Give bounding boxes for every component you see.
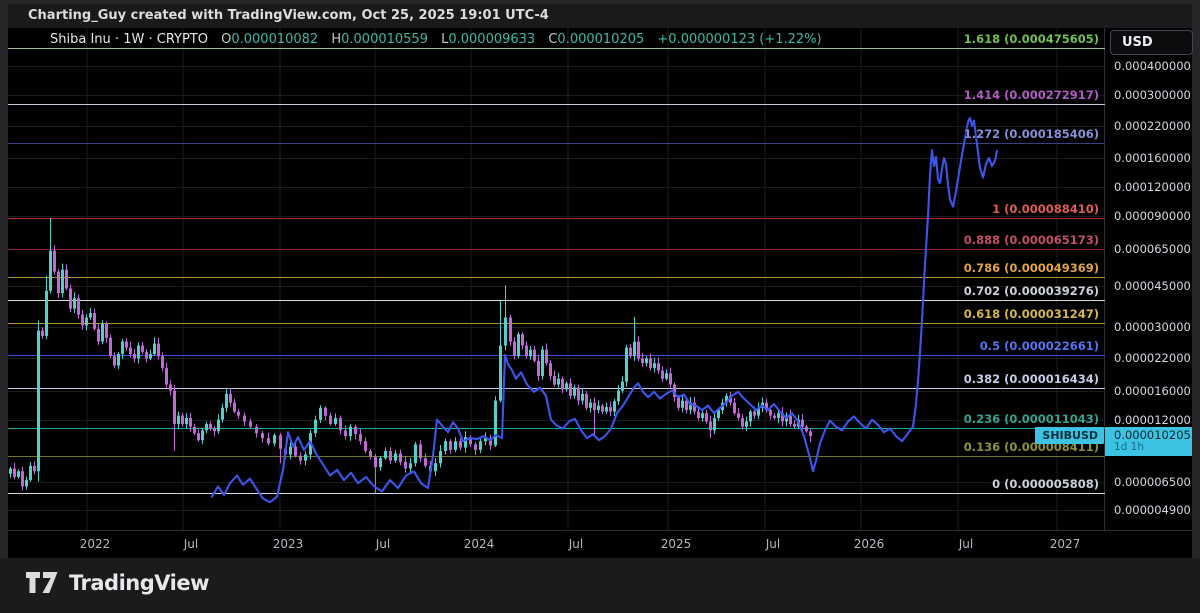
price-tick-label: 0.000012000 [1114,414,1191,427]
time-tick-label: 2023 [273,537,304,551]
time-tick-label: 2026 [854,537,885,551]
price-tick-label: 0.000220000 [1114,120,1191,133]
fib-level-label: 0.382 (0.000016434) [964,372,1099,386]
tradingview-logo[interactable]: TradingView [26,570,209,595]
fib-level-label: 0.5 (0.000022661) [980,339,1099,353]
fib-level-label: 1 (0.000088410) [992,202,1099,216]
chart-plot-area[interactable]: Shiba Inu · 1W · CRYPTO O0.000010082 H0.… [8,28,1105,530]
attribution-text: Charting_Guy created with TradingView.co… [28,8,549,23]
interval-label[interactable]: 1W [123,32,144,47]
currency-toggle-button[interactable]: USD [1110,30,1193,55]
price-tick-label: 0.000120000 [1114,181,1191,194]
time-tick-label: 2022 [80,537,111,551]
symbol-title[interactable]: Shiba Inu [50,32,111,47]
price-tick-label: 0.000006500 [1114,476,1191,489]
tradingview-logo-icon [26,570,59,595]
fib-level-label: 1.618 (0.000475605) [964,32,1099,46]
time-tick-label: Jul [569,537,583,551]
price-tick-label: 0.000004900 [1114,504,1191,517]
price-axis[interactable]: USD 0.000400000 0.000300000 0.000220000 0.0… [1105,28,1192,530]
symbol-price-tag: SHIBUSD [1035,427,1104,444]
fib-level-label: 1.414 (0.000272917) [964,88,1099,102]
price-tick-label: 0.000030000 [1114,321,1191,334]
last-price-tag: 0.000010205 1d 1h [1105,427,1192,456]
price-tick-label: 0.000300000 [1114,89,1191,102]
time-tick-label: Jul [959,537,973,551]
time-tick-label: 2027 [1050,537,1081,551]
time-tick-label: 2025 [661,537,692,551]
chart-main: Shiba Inu · 1W · CRYPTO O0.000010082 H0.… [8,28,1192,530]
symbol-legend[interactable]: Shiba Inu · 1W · CRYPTO O0.000010082 H0.… [50,32,822,50]
fib-level-label: 0.236 (0.000011043) [964,412,1099,426]
ohlc-open: O0.000010082 [212,32,318,47]
price-tick-label: 0.000090000 [1114,210,1191,223]
ohlc-low: L0.000009633 [432,32,535,47]
fib-level-label: 0.888 (0.000065173) [964,233,1099,247]
fib-level-label: 0.786 (0.000049369) [964,261,1099,275]
change-label: +0.000000123 (+1.22%) [657,32,821,47]
ohlc-high: H0.000010559 [322,32,428,47]
chart-window: Charting_Guy created with TradingView.co… [0,0,1200,613]
fib-level-label: 0.702 (0.000039276) [964,284,1099,298]
brand-bar: TradingView [0,558,1200,613]
price-tick-label: 0.000016000 [1114,385,1191,398]
price-tick-label: 0.000065000 [1114,243,1191,256]
tradingview-wordmark: TradingView [69,571,209,595]
time-tick-label: Jul [184,537,198,551]
ohlc-close: C0.000010205 [539,32,644,47]
price-tick-label: 0.000400000 [1114,60,1191,73]
fib-level-label: 0 (0.000005808) [992,477,1099,491]
fib-level-label: 1.272 (0.000185406) [964,127,1099,141]
bar-countdown: 1d 1h [1114,442,1192,453]
market-label[interactable]: CRYPTO [157,32,208,47]
price-tick-label: 0.000045000 [1114,280,1191,293]
fib-level-label: 0.618 (0.000031247) [964,307,1099,321]
time-tick-label: 2024 [464,537,495,551]
price-chart-canvas[interactable] [8,28,1105,530]
time-axis[interactable]: 2022 Jul 2023 Jul 2024 Jul 2025 Jul 2026 Jul 2027 [8,530,1192,558]
price-tick-label: 0.000022000 [1114,352,1191,365]
attribution-bar: Charting_Guy created with TradingView.co… [8,4,1192,28]
time-tick-label: Jul [766,537,780,551]
price-tick-label: 0.000160000 [1114,152,1191,165]
time-tick-label: Jul [376,537,390,551]
